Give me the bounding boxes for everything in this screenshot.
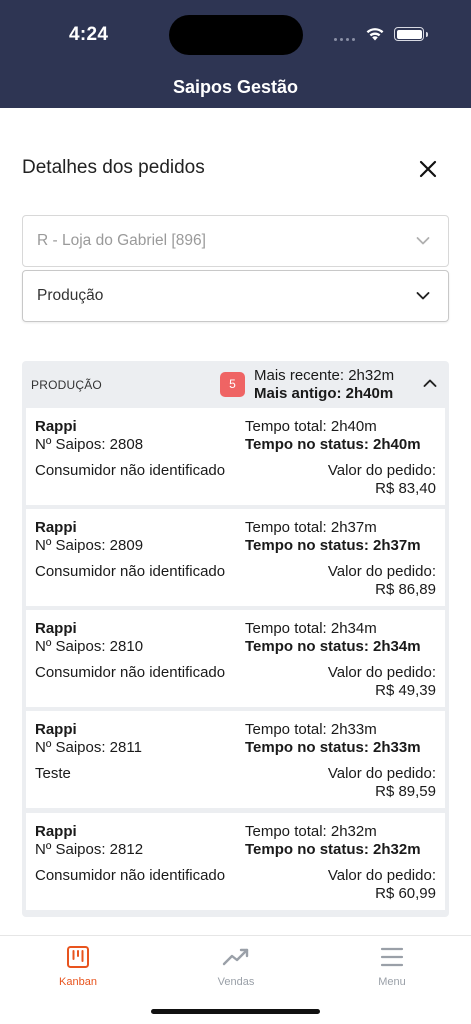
tab-label: Menu [378, 976, 406, 988]
order-customer: Consumidor não identificado [35, 462, 226, 479]
oldest-time: Mais antigo: 2h40m [254, 385, 394, 402]
order-total-time: Tempo total: 2h34m [245, 620, 377, 637]
most-recent-time: Mais recente: 2h32m [254, 367, 395, 384]
tab-menu[interactable]: Menu [342, 944, 442, 994]
order-value-label: Valor do pedido: [327, 563, 436, 580]
order-value: R$ 60,99 [375, 885, 436, 902]
stage-select-value: Produção [37, 287, 104, 304]
order-customer: Consumidor não identificado [35, 563, 226, 580]
order-value-label: Valor do pedido: [327, 664, 436, 681]
hamburger-icon [380, 947, 404, 967]
order-store: Rappi [35, 519, 77, 536]
status-time: 4:24 [69, 24, 109, 45]
order-status-time: Tempo no status: 2h37m [245, 537, 421, 554]
order-card[interactable]: Rappi Nº Saipos: 2812 Consumidor não ide… [26, 813, 445, 910]
order-number: Nº Saipos: 2811 [35, 739, 142, 756]
order-card[interactable]: Rappi Nº Saipos: 2809 Consumidor não ide… [26, 509, 445, 606]
order-number: Nº Saipos: 2808 [35, 436, 144, 453]
count-badge: 5 [220, 372, 245, 397]
order-customer: Teste [35, 765, 71, 782]
production-group: PRODUÇÃO 5 Mais recente: 2h32m Mais anti… [22, 361, 449, 917]
order-value-label: Valor do pedido: [327, 462, 436, 479]
chevron-down-icon [416, 237, 430, 245]
order-value: R$ 49,39 [375, 682, 436, 699]
order-value: R$ 89,59 [375, 783, 436, 800]
signal-icon [334, 38, 356, 41]
dynamic-island [169, 15, 303, 55]
order-total-time: Tempo total: 2h37m [245, 519, 377, 536]
order-customer: Consumidor não identificado [35, 664, 226, 681]
order-status-time: Tempo no status: 2h34m [245, 638, 421, 655]
kanban-icon [67, 946, 89, 968]
order-store: Rappi [35, 418, 77, 435]
stage-select[interactable]: Produção [22, 270, 449, 322]
app-title: Saipos Gestão [172, 77, 299, 97]
order-status-time: Tempo no status: 2h40m [245, 436, 421, 453]
order-value: R$ 86,89 [375, 581, 436, 598]
tab-label: Vendas [217, 976, 255, 988]
order-total-time: Tempo total: 2h32m [245, 823, 377, 840]
group-header[interactable]: PRODUÇÃO 5 Mais recente: 2h32m Mais anti… [22, 361, 449, 407]
battery-icon [394, 27, 428, 41]
order-number: Nº Saipos: 2809 [35, 537, 144, 554]
order-value: R$ 83,40 [375, 480, 436, 497]
order-store: Rappi [35, 620, 77, 637]
group-label: PRODUÇÃO [31, 378, 102, 392]
order-store: Rappi [35, 823, 77, 840]
tab-vendas[interactable]: Vendas [186, 944, 286, 994]
tab-kanban[interactable]: Kanban [28, 944, 128, 994]
order-total-time: Tempo total: 2h33m [245, 721, 377, 738]
order-card[interactable]: Rappi Nº Saipos: 2811 Teste Tempo total:… [26, 711, 445, 808]
trend-up-icon [222, 948, 249, 966]
status-icons [334, 24, 430, 44]
order-status-time: Tempo no status: 2h32m [245, 841, 421, 858]
order-total-time: Tempo total: 2h40m [245, 418, 377, 435]
order-status-time: Tempo no status: 2h33m [245, 739, 421, 756]
page-title: Detalhes dos pedidos [22, 157, 205, 178]
chevron-up-icon[interactable] [423, 378, 437, 388]
order-value-label: Valor do pedido: [327, 867, 436, 884]
tab-label: Kanban [59, 976, 97, 988]
order-card[interactable]: Rappi Nº Saipos: 2810 Consumidor não ide… [26, 610, 445, 707]
store-select-value: R - Loja do Gabriel [896] [37, 232, 206, 249]
order-card[interactable]: Rappi Nº Saipos: 2808 Consumidor não ide… [26, 408, 445, 505]
order-number: Nº Saipos: 2812 [35, 841, 144, 858]
close-icon[interactable] [414, 155, 442, 183]
wifi-icon [366, 28, 384, 41]
store-select: R - Loja do Gabriel [896] [22, 215, 449, 267]
order-customer: Consumidor não identificado [35, 867, 226, 884]
chevron-down-icon [416, 292, 430, 300]
home-indicator [151, 1009, 320, 1014]
app-header: 4:24 Saipos Gestão [0, 0, 471, 108]
order-value-label: Valor do pedido: [327, 765, 436, 782]
order-number: Nº Saipos: 2810 [35, 638, 144, 655]
order-store: Rappi [35, 721, 77, 738]
